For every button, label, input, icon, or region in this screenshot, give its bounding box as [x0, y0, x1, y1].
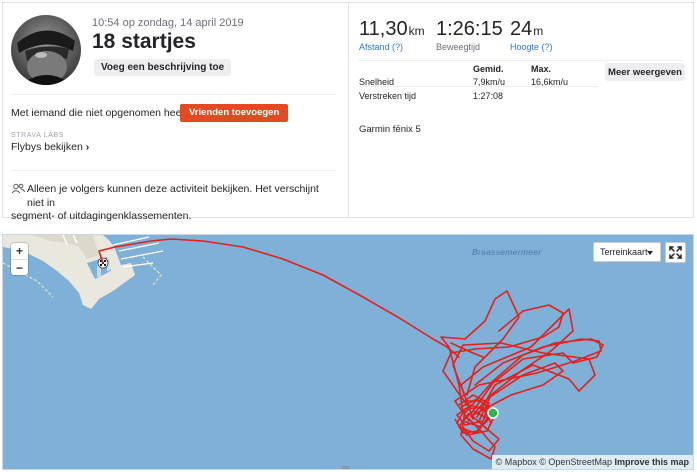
caret-down-icon	[647, 251, 653, 255]
improve-map-link[interactable]: Improve this map	[614, 457, 689, 467]
divider	[11, 170, 336, 171]
add-description-button[interactable]: Voeg een beschrijving toe	[94, 59, 232, 76]
zoom-control: + −	[11, 243, 28, 275]
map-type-label: Terreinkaart	[600, 247, 648, 257]
distance-value: 11,30	[359, 18, 408, 40]
avatar[interactable]	[11, 15, 81, 85]
chevron-right-icon: ›	[85, 141, 90, 153]
start-marker	[487, 407, 499, 419]
divider	[11, 94, 336, 95]
stat-elevation: 24m Hoogte (?)	[510, 18, 553, 52]
map-attribution: © Mapbox © OpenStreetMap Improve this ma…	[491, 455, 693, 469]
zoom-in-button[interactable]: +	[11, 243, 28, 259]
show-more-button[interactable]: Meer weergeven	[605, 63, 685, 81]
column-header-max: Max.	[531, 64, 552, 74]
column-header-average: Gemid.	[473, 64, 504, 74]
divider	[358, 86, 598, 87]
resize-handle[interactable]	[342, 466, 350, 469]
expand-arrows-icon	[669, 246, 682, 259]
divider	[358, 60, 683, 61]
row-elapsed-label: Verstreken tijd	[359, 91, 417, 101]
route-track	[98, 238, 604, 460]
activity-summary-card: 10:54 op zondag, 14 april 2019 18 startj…	[2, 2, 694, 222]
activity-details-panel: 10:54 op zondag, 14 april 2019 18 startj…	[3, 3, 349, 222]
elevation-value: 24	[510, 18, 533, 40]
add-friends-button[interactable]: Vrienden toevoegen	[180, 104, 289, 122]
elevation-unit: m	[533, 24, 544, 38]
strava-labs-label: STRAVA LABS	[11, 132, 65, 139]
stat-distance: 11,30km Afstand (?)	[359, 18, 425, 52]
map-type-dropdown[interactable]: Terreinkaart	[593, 242, 661, 262]
untagged-question: Met iemand die niet opgenomen heeft?	[11, 107, 194, 119]
device-name: Garmin fēnix 5	[359, 124, 421, 135]
elevation-label[interactable]: Hoogte (?)	[510, 42, 553, 52]
activity-datetime: 10:54 op zondag, 14 april 2019	[92, 17, 244, 29]
moving-time-value: 1:26:15	[436, 18, 503, 40]
privacy-text-line1: Alleen je volgers kunnen deze activiteit…	[27, 183, 319, 209]
followers-icon	[11, 183, 25, 194]
lake-label: Braassemermeer	[472, 247, 542, 257]
activity-title[interactable]: 18 startjes	[92, 30, 196, 54]
privacy-notice: Alleen je volgers kunnen deze activiteit…	[11, 183, 336, 224]
moving-time-label: Beweegtijd	[436, 42, 481, 52]
map-canvas	[3, 235, 604, 460]
flyby-link[interactable]: Flybys bekijken ›	[11, 141, 89, 153]
mapbox-attribution-link[interactable]: © Mapbox	[496, 457, 537, 467]
activity-map[interactable]: Braassemermeer + − Terreinkaart © Mapbox…	[2, 234, 694, 470]
row-elapsed-average: 1:27:08	[473, 91, 504, 101]
activity-stats-panel: 11,30km Afstand (?) 1:26:15 Beweegtijd 2…	[350, 3, 693, 217]
distance-label[interactable]: Afstand (?)	[359, 42, 425, 52]
osm-attribution-link[interactable]: © OpenStreetMap	[539, 457, 612, 467]
fullscreen-button[interactable]	[665, 242, 686, 263]
stat-moving-time: 1:26:15 Beweegtijd	[436, 18, 503, 52]
zoom-out-button[interactable]: −	[11, 259, 28, 275]
privacy-text-line2: segment- of uitdagingenklassementen.	[11, 210, 192, 222]
flyby-link-label: Flybys bekijken	[11, 141, 83, 153]
distance-unit: km	[408, 24, 425, 38]
